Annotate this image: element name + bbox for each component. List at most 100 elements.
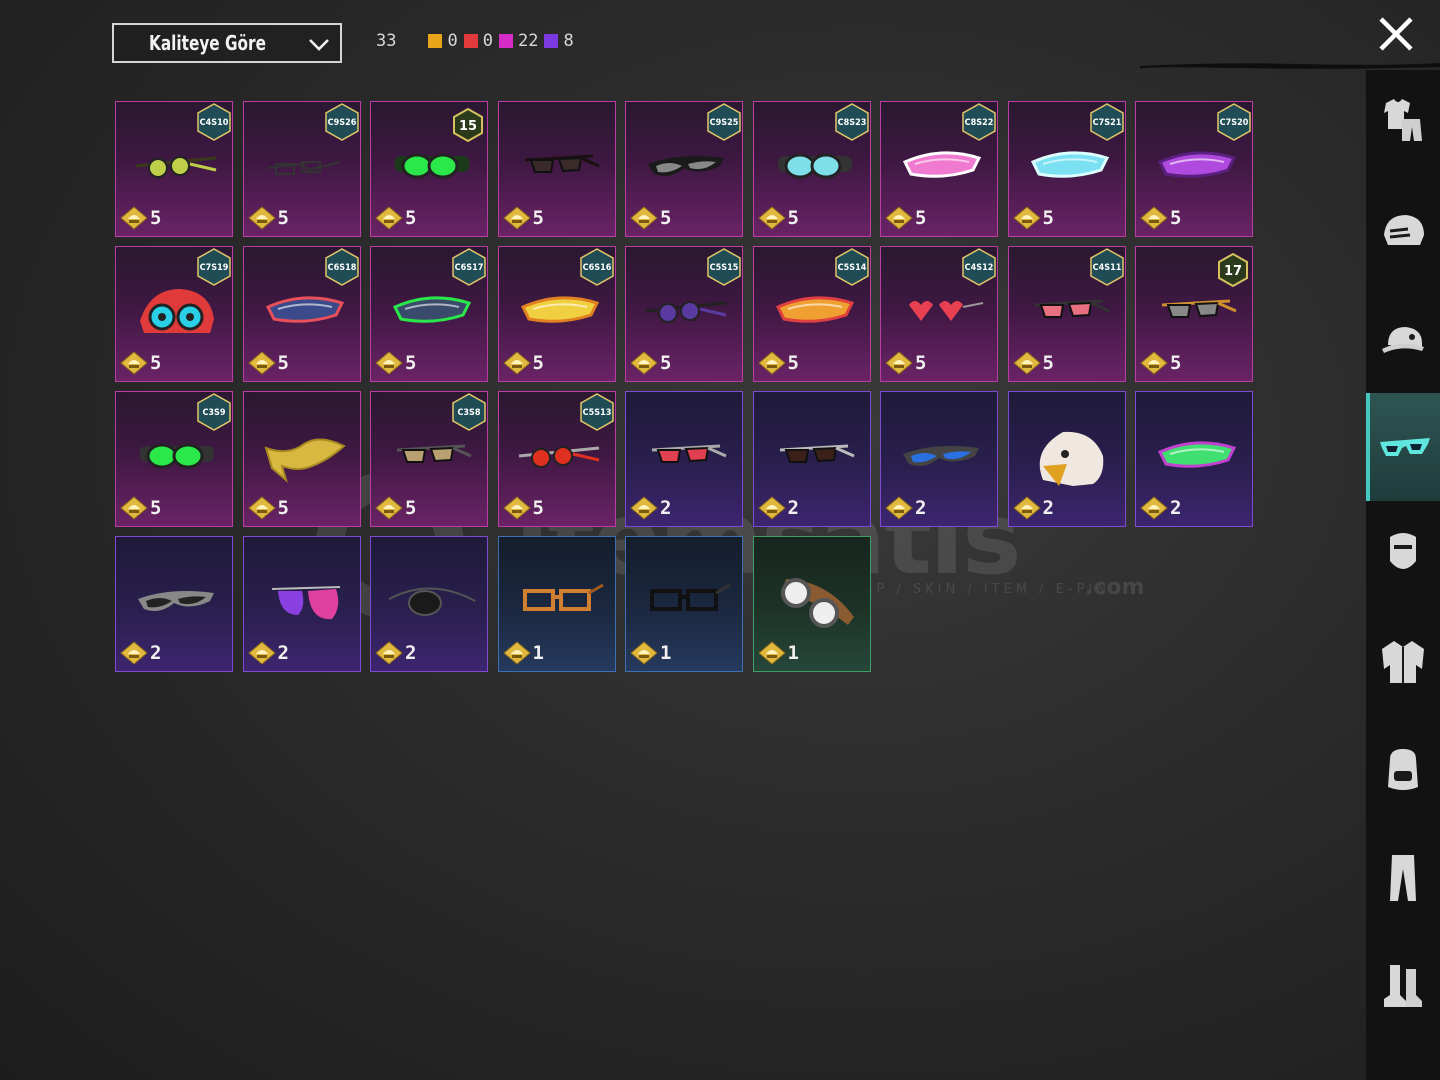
- points: 5: [502, 206, 544, 230]
- points-value: 2: [915, 497, 927, 519]
- item-card[interactable]: 15 5: [370, 101, 488, 237]
- item-image: [1161, 299, 1237, 318]
- item-card[interactable]: 1: [497, 536, 616, 672]
- item-card[interactable]: 1: [752, 536, 871, 672]
- item-card[interactable]: C7S20 5: [1135, 101, 1253, 237]
- sort-dropdown[interactable]: Kaliteye Göre: [112, 23, 342, 63]
- watermark-domain: .com: [1085, 575, 1145, 600]
- category-sidebar: [1366, 70, 1440, 1080]
- item-card[interactable]: C6S17 5: [370, 246, 488, 382]
- item-card[interactable]: C5S15 5: [625, 246, 743, 382]
- item-card[interactable]: 2: [1135, 391, 1253, 527]
- season-badge: C7S21: [1089, 103, 1124, 141]
- points: 1: [502, 641, 544, 665]
- item-card[interactable]: C4S11 5: [1007, 246, 1126, 382]
- rare-swatch: [544, 34, 559, 48]
- item-image: [1030, 151, 1109, 178]
- season-badge-label: C4S11: [1092, 263, 1121, 273]
- level-badge: 17: [1218, 253, 1248, 287]
- points-value: 2: [150, 642, 162, 664]
- category-mask[interactable]: [1366, 502, 1440, 602]
- points: 2: [120, 641, 161, 665]
- points-value: 5: [660, 207, 672, 229]
- points-value: 1: [532, 642, 544, 664]
- point-coin-icon: [375, 351, 403, 375]
- item-card[interactable]: C9S25 5: [625, 101, 743, 237]
- point-coin-icon: [885, 496, 913, 520]
- item-image: [518, 446, 599, 468]
- item-card[interactable]: C9S26 5: [242, 101, 361, 237]
- point-coin-icon: [1140, 206, 1168, 230]
- points-value: 5: [405, 207, 417, 229]
- level-badge-label: 15: [459, 119, 477, 134]
- mythic-swatch: [463, 34, 478, 48]
- category-pants[interactable]: [1366, 828, 1440, 928]
- item-card[interactable]: 2: [880, 391, 998, 527]
- item-card[interactable]: C7S21 5: [1007, 101, 1126, 237]
- season-badge-label: C6S16: [582, 263, 611, 273]
- points-value: 2: [277, 642, 289, 664]
- item-card[interactable]: 2: [752, 391, 871, 527]
- sort-label: Kaliteye Göre: [149, 31, 266, 55]
- item-card[interactable]: C8S23 5: [752, 101, 871, 237]
- item-image: [651, 444, 727, 463]
- points-value: 5: [787, 352, 799, 374]
- points: 2: [247, 641, 289, 665]
- points: 5: [630, 206, 671, 230]
- points-value: 2: [787, 497, 799, 519]
- item-card[interactable]: 2: [370, 536, 488, 672]
- item-card[interactable]: C5S14 5: [752, 246, 871, 382]
- points-value: 5: [405, 497, 417, 519]
- item-card[interactable]: C3S8 5: [370, 391, 488, 527]
- category-jacket[interactable]: [1366, 612, 1440, 712]
- item-card[interactable]: 2: [115, 536, 233, 672]
- point-coin-icon: [502, 641, 531, 665]
- item-card[interactable]: C3S9 5: [115, 391, 233, 527]
- points-value: 5: [277, 207, 289, 229]
- item-card[interactable]: C4S12 5: [880, 246, 998, 382]
- item-card[interactable]: C7S19 5: [115, 246, 233, 382]
- points: 5: [120, 206, 161, 230]
- season-badge-label: C5S13: [582, 408, 611, 418]
- close-button[interactable]: [1376, 14, 1416, 54]
- season-badge-label: C7S20: [1220, 118, 1249, 128]
- item-card[interactable]: C6S16 5: [497, 246, 616, 382]
- category-boots[interactable]: [1366, 936, 1440, 1036]
- season-badge: C3S9: [197, 393, 231, 431]
- category-outfit[interactable]: [1366, 70, 1440, 170]
- item-card[interactable]: 2: [625, 391, 743, 527]
- item-image: [396, 444, 472, 463]
- item-card[interactable]: 5: [497, 101, 616, 237]
- season-badge: C7S19: [197, 248, 231, 286]
- points-value: 5: [277, 352, 289, 374]
- item-card[interactable]: 17 5: [1135, 246, 1253, 382]
- category-cap[interactable]: [1366, 290, 1440, 390]
- item-card[interactable]: 5: [242, 391, 361, 527]
- season-badge: C6S18: [324, 248, 359, 286]
- points-value: 5: [150, 497, 162, 519]
- pants-icon: [1390, 855, 1416, 901]
- category-glasses[interactable]: [1366, 393, 1440, 501]
- item-card[interactable]: C6S18 5: [242, 246, 361, 382]
- item-card[interactable]: C5S13 5: [497, 391, 616, 527]
- item-card[interactable]: C4S10 5: [115, 101, 233, 237]
- rare-count: 8: [563, 31, 574, 51]
- season-badge-label: C9S26: [327, 118, 356, 128]
- mythic-count: 0: [482, 31, 493, 51]
- item-image: [267, 161, 340, 175]
- point-coin-icon: [1140, 496, 1168, 520]
- point-coin-icon: [757, 496, 786, 520]
- item-card[interactable]: 1: [625, 536, 743, 672]
- points: 2: [757, 496, 799, 520]
- item-card[interactable]: 2: [242, 536, 361, 672]
- item-card[interactable]: C8S22 5: [880, 101, 998, 237]
- category-helmet[interactable]: [1366, 182, 1440, 282]
- point-coin-icon: [247, 351, 276, 375]
- season-badge: C4S11: [1089, 248, 1124, 286]
- backpack-icon: [1388, 749, 1418, 790]
- point-coin-icon: [757, 206, 786, 230]
- category-backpack[interactable]: [1366, 720, 1440, 820]
- item-card[interactable]: 2: [1007, 391, 1126, 527]
- points-value: 5: [1170, 207, 1182, 229]
- item-image: [1157, 441, 1237, 468]
